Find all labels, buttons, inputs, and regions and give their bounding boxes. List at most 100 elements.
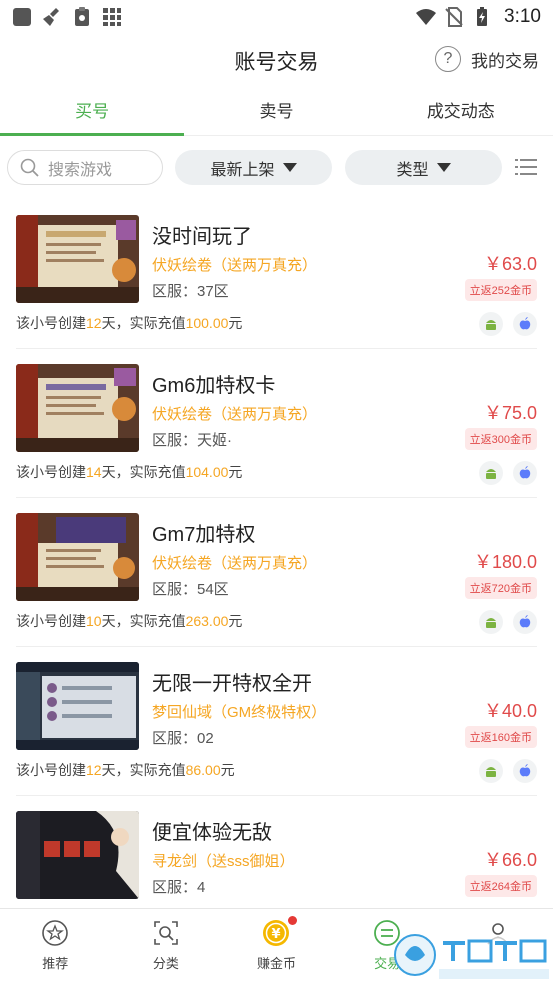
listing-game: 伏妖绘卷（送两万真充） — [152, 257, 318, 274]
listing-item[interactable]: Gm6加特权卡 伏妖绘卷（送两万真充） 区服：天姬· ￥75.0 立返300金币… — [16, 349, 537, 498]
listing-title: 没时间玩了 — [152, 226, 252, 248]
nav-earn-coins[interactable]: ¥ 赚金币 — [221, 909, 332, 983]
info-days: 14 — [86, 464, 102, 480]
listing-price: ￥40.0 — [483, 701, 537, 721]
listing-list: 没时间玩了 伏妖绘卷（送两万真充） 区服：37区 ￥63.0 立返252金币 该… — [0, 200, 553, 945]
nav-label: 分类 — [152, 956, 179, 971]
listing-title: 无限一开特权全开 — [152, 673, 312, 695]
list-view-icon[interactable] — [515, 157, 537, 177]
grid-icon — [103, 8, 121, 26]
triangle-down-icon — [282, 163, 297, 172]
platform-icons — [479, 759, 537, 783]
app-notification-icon — [13, 8, 31, 26]
info-suffix: 元 — [228, 464, 243, 480]
notification-dot — [288, 916, 298, 925]
platform-icons — [479, 461, 537, 485]
filter-bar: 搜索游戏 最新上架 类型 — [0, 150, 553, 186]
info-mid: 天，实际充值 — [101, 613, 186, 629]
listing-server: 区服：37区 — [152, 283, 229, 300]
info-mid: 天，实际充值 — [101, 762, 186, 778]
tab-sell[interactable]: 卖号 — [184, 92, 368, 135]
watermark-logo — [394, 934, 549, 979]
listing-price: ￥180.0 — [473, 552, 537, 572]
search-placeholder: 搜索游戏 — [48, 161, 113, 179]
svg-text:¥: ¥ — [272, 927, 281, 942]
apple-icon — [513, 312, 537, 336]
my-trade-label: 我的交易 — [471, 51, 539, 71]
no-sim-icon — [445, 7, 463, 27]
rebate-badge: 立返720金币 — [464, 577, 537, 599]
listing-info: 该小号创建10天，实际充值263.00元 — [16, 611, 242, 631]
nav-recommend[interactable]: 推荐 — [0, 909, 111, 983]
tab-deals[interactable]: 成交动态 — [369, 92, 553, 135]
info-prefix: 该小号创建 — [16, 762, 86, 778]
info-days: 10 — [86, 613, 102, 629]
android-icon — [479, 461, 503, 485]
listing-price: ￥66.0 — [483, 850, 537, 870]
listing-title: 便宜体验无敌 — [152, 822, 272, 844]
nav-label: 推荐 — [42, 956, 69, 971]
listing-server: 区服：02 — [152, 730, 214, 747]
help-icon: ? — [435, 46, 461, 72]
listing-server: 区服：天姬· — [152, 432, 232, 449]
android-icon — [479, 610, 503, 634]
listing-server: 区服：54区 — [152, 581, 229, 598]
listing-price: ￥63.0 — [483, 254, 537, 274]
rebate-badge: 立返160金币 — [464, 726, 537, 748]
info-mid: 天，实际充值 — [101, 464, 186, 480]
listing-thumbnail — [16, 811, 139, 899]
rebate-badge: 立返300金币 — [464, 428, 537, 450]
listing-info: 该小号创建12天，实际充值100.00元 — [16, 313, 242, 333]
info-suffix: 元 — [220, 762, 235, 778]
listing-server: 区服：4 — [152, 879, 206, 896]
apple-icon — [513, 759, 537, 783]
search-input[interactable]: 搜索游戏 — [7, 150, 163, 185]
platform-icons — [479, 312, 537, 336]
listing-game: 伏妖绘卷（送两万真充） — [152, 555, 318, 572]
listing-item[interactable]: 无限一开特权全开 梦回仙域（GM终极特权） 区服：02 ￥40.0 立返160金… — [16, 647, 537, 796]
search-icon — [20, 158, 39, 177]
rebate-badge: 立返252金币 — [464, 279, 537, 301]
search-box-icon — [154, 921, 178, 945]
apple-icon — [513, 610, 537, 634]
tab-bar: 买号 卖号 成交动态 — [0, 92, 553, 136]
coin-icon: ¥ — [263, 920, 290, 946]
listing-thumbnail — [16, 364, 139, 452]
apple-icon — [513, 461, 537, 485]
info-suffix: 元 — [228, 315, 243, 331]
star-circle-icon — [42, 920, 69, 946]
tab-buy[interactable]: 买号 — [0, 92, 185, 136]
sort-latest-dropdown[interactable]: 最新上架 — [175, 150, 332, 185]
rebate-badge: 立返264金币 — [464, 875, 537, 897]
status-bar: 3:10 — [0, 0, 553, 34]
nav-category[interactable]: 分类 — [111, 909, 222, 983]
listing-game: 伏妖绘卷（送两万真充） — [152, 406, 318, 423]
android-icon — [479, 312, 503, 336]
sort-latest-label: 最新上架 — [210, 161, 275, 179]
listing-info: 该小号创建14天，实际充值104.00元 — [16, 462, 242, 482]
my-trade-button[interactable]: ? 我的交易 — [435, 46, 539, 72]
listing-title: Gm7加特权 — [152, 524, 256, 546]
listing-price: ￥75.0 — [483, 403, 537, 423]
listing-item[interactable]: Gm7加特权 伏妖绘卷（送两万真充） 区服：54区 ￥180.0 立返720金币… — [16, 498, 537, 647]
listing-title: Gm6加特权卡 — [152, 375, 276, 397]
info-suffix: 元 — [228, 613, 243, 629]
listing-item[interactable]: 没时间玩了 伏妖绘卷（送两万真充） 区服：37区 ￥63.0 立返252金币 该… — [16, 200, 537, 349]
info-prefix: 该小号创建 — [16, 315, 86, 331]
clock: 3:10 — [504, 6, 541, 27]
platform-icons — [479, 610, 537, 634]
type-label: 类型 — [396, 161, 429, 179]
listing-thumbnail — [16, 215, 139, 303]
info-recharge: 86.00 — [185, 762, 221, 778]
broom-icon — [43, 8, 59, 26]
listing-thumbnail — [16, 513, 139, 601]
nav-label: 赚金币 — [256, 956, 296, 971]
listing-thumbnail — [16, 662, 139, 750]
type-dropdown[interactable]: 类型 — [345, 150, 502, 185]
triangle-down-icon — [436, 163, 451, 172]
wifi-icon — [416, 9, 437, 25]
info-recharge: 263.00 — [185, 613, 229, 629]
info-recharge: 100.00 — [185, 315, 229, 331]
header: 账号交易 ? 我的交易 — [0, 34, 553, 88]
info-prefix: 该小号创建 — [16, 464, 86, 480]
